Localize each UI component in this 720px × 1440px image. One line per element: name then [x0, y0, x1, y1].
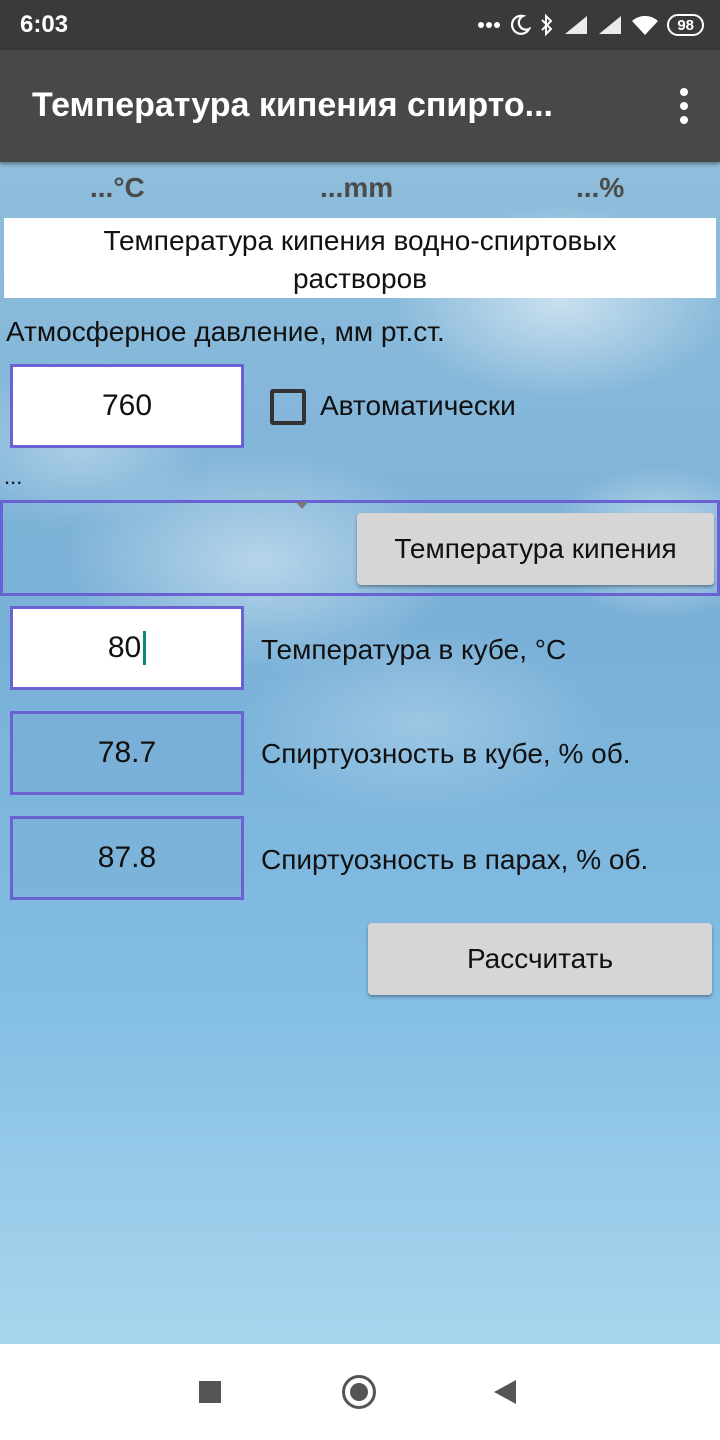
main-content: ...°C ...mm ...% Температура кипения вод… — [0, 162, 720, 1344]
home-circle-icon[interactable] — [342, 1375, 376, 1409]
calculate-button[interactable]: Рассчитать — [368, 923, 712, 995]
app-title: Температура кипения спирто... — [32, 86, 553, 124]
vapor-strength-label: Спиртуозность в парах, % об. — [261, 844, 649, 875]
auto-checkbox-label[interactable]: Автоматически — [320, 390, 516, 422]
nav-bar — [0, 1344, 720, 1440]
pressure-status-text: ... — [4, 464, 23, 489]
percent-indicator: ...% — [576, 172, 625, 203]
signal-icon — [597, 14, 623, 36]
app-bar: Температура кипения спирто... — [0, 50, 720, 162]
wifi-icon — [631, 14, 659, 36]
temp-indicator: ...°C — [90, 172, 145, 203]
cube-strength-field[interactable]: 78.7 — [10, 711, 244, 795]
cube-strength-label: Спиртуозность в кубе, % об. — [261, 738, 631, 769]
battery-icon: 98 — [667, 14, 704, 36]
status-time: 6:03 — [20, 11, 69, 38]
back-triangle-icon[interactable] — [494, 1380, 516, 1404]
vapor-strength-field[interactable]: 87.8 — [10, 816, 244, 900]
page-title-line2: растворов — [292, 263, 428, 294]
overflow-menu-icon[interactable] — [678, 88, 690, 124]
text-cursor — [143, 631, 147, 665]
page-title: Температура кипения водно-спиртовых раст… — [4, 218, 716, 298]
recents-square-icon[interactable] — [199, 1381, 221, 1403]
boiling-panel: Температура кипения — [0, 500, 720, 596]
more-dots-icon — [477, 21, 501, 29]
pressure-input[interactable]: 760 — [10, 364, 244, 448]
status-bar: 6:03 98 — [0, 0, 720, 50]
page-title-line1: Температура кипения водно-спиртовых — [103, 225, 617, 256]
cube-temp-value: 80 — [107, 631, 142, 664]
pressure-label: Атмосферное давление, мм рт.ст. — [6, 316, 445, 347]
auto-checkbox[interactable] — [270, 389, 306, 425]
pressure-indicator: ...mm — [320, 172, 394, 203]
cube-temp-label: Температура в кубе, °C — [261, 634, 567, 665]
moon-icon — [509, 14, 532, 36]
status-icons: 98 — [477, 12, 704, 38]
cube-temp-input[interactable]: 80 — [10, 606, 244, 690]
signal-icon — [563, 14, 589, 36]
dropdown-caret-icon[interactable] — [296, 502, 308, 509]
bluetooth-icon — [539, 13, 555, 37]
boiling-temperature-button[interactable]: Температура кипения — [357, 513, 714, 585]
